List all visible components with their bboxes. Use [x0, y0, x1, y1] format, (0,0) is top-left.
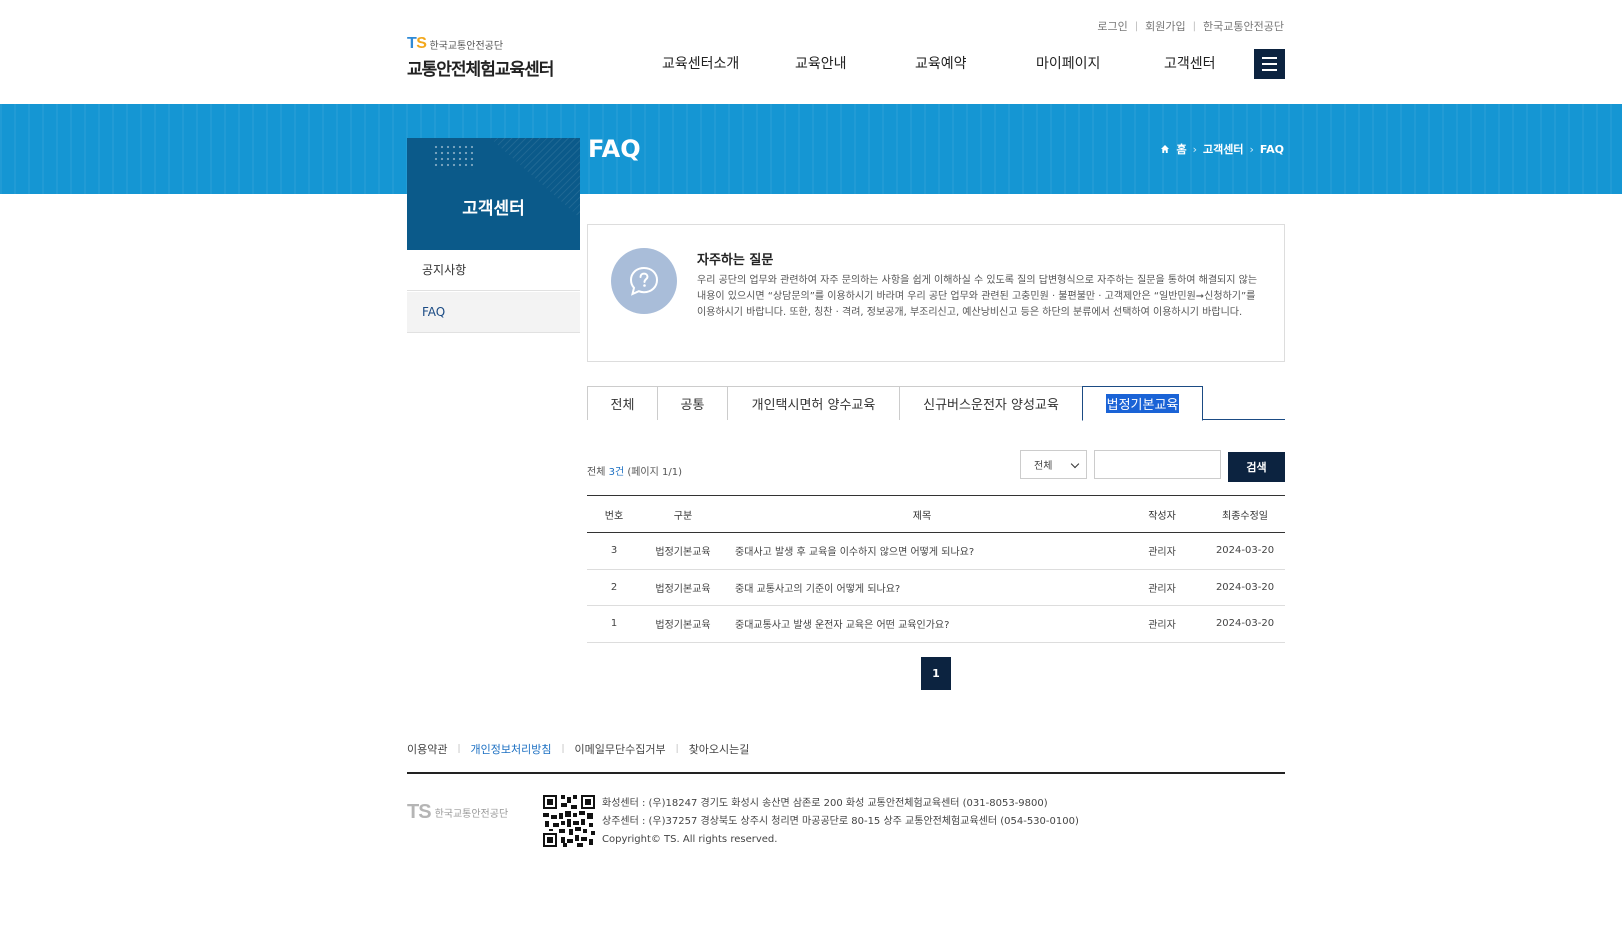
footer-links: 이용약관 | 개인정보처리방침 | 이메일무단수집거부 | 찾아오시는길: [407, 741, 749, 757]
address-sangju: 상주센터 : (우)37257 경상북도 상주시 청리면 마공공단로 80-15…: [602, 816, 1079, 827]
table-row[interactable]: 3 법정기본교육 중대사고 발생 후 교육을 이수하지 않으면 어떻게 되나요?…: [587, 532, 1285, 570]
site-logo[interactable]: TS 한국교통안전공단 교통안전체험교육센터: [407, 35, 554, 80]
breadcrumb: 홈 › 고객센터 › FAQ: [1160, 141, 1284, 157]
nav-item-customer-center[interactable]: 고객센터: [1164, 53, 1244, 73]
divider: |: [1134, 20, 1139, 32]
breadcrumb-current: FAQ: [1259, 142, 1284, 156]
question-chat-icon: [611, 248, 677, 314]
login-link[interactable]: 로그인: [1097, 18, 1127, 34]
row-title-link[interactable]: 중대교통사고 발생 운전자 교육은 어떤 교육인가요?: [725, 605, 1119, 643]
table-row[interactable]: 1 법정기본교육 중대교통사고 발생 운전자 교육은 어떤 교육인가요? 관리자…: [587, 605, 1285, 643]
search-input[interactable]: [1094, 450, 1221, 479]
footer-link-privacy[interactable]: 개인정보처리방침: [471, 741, 552, 757]
tab-statutory-basic[interactable]: 법정기본교육: [1082, 386, 1203, 421]
tab-new-bus-driver[interactable]: 신규버스운전자 양성교육: [899, 386, 1083, 420]
row-date: 2024-03-20: [1205, 605, 1285, 643]
side-menu-title: 고객센터: [462, 199, 525, 219]
row-author: 관리자: [1119, 532, 1205, 570]
footer-link-email-refusal[interactable]: 이메일무단수집거부: [575, 741, 666, 757]
row-date: 2024-03-20: [1205, 532, 1285, 570]
home-icon[interactable]: [1160, 144, 1170, 154]
ts-logo-mark: TS: [407, 35, 427, 52]
intro-heading: 자주하는 질문: [697, 253, 774, 268]
search-button[interactable]: 검색: [1228, 452, 1285, 482]
row-no: 1: [587, 605, 641, 643]
col-header-date: 최종수정일: [1205, 495, 1285, 533]
footer-link-terms[interactable]: 이용약관: [407, 741, 447, 757]
intro-description: 우리 공단의 업무와 관련하여 자주 문의하는 사항을 쉽게 이해하실 수 있도…: [697, 275, 1258, 318]
tab-all[interactable]: 전체: [587, 386, 658, 420]
breadcrumb-home[interactable]: 홈: [1176, 141, 1186, 157]
side-menu-item-faq[interactable]: FAQ: [407, 292, 580, 333]
row-category: 법정기본교육: [641, 605, 725, 643]
signup-link[interactable]: 회원가입: [1145, 18, 1185, 34]
sub-visual-banner: [0, 104, 1622, 194]
col-header-author: 작성자: [1119, 495, 1205, 533]
total-count: 전체 3건 (페이지 1/1): [587, 467, 683, 478]
col-header-title: 제목: [725, 495, 1119, 533]
chevron-right-icon: ›: [1249, 142, 1254, 156]
row-title-link[interactable]: 중대 교통사고의 기준이 어떻게 되나요?: [725, 569, 1119, 606]
row-no: 3: [587, 532, 641, 570]
footer-logo: TS 한국교통안전공단: [407, 801, 509, 823]
divider: |: [1192, 20, 1197, 32]
search-field-select[interactable]: 전체: [1020, 450, 1087, 479]
address-hwaseong: 화성센터 : (우)18247 경기도 화성시 송산면 삼존로 200 화성 교…: [602, 798, 1048, 809]
category-tabs: 전체 공통 개인택시면허 양수교육 신규버스운전자 양성교육 법정기본교육: [587, 386, 1285, 421]
chevron-down-icon: [1070, 459, 1080, 469]
row-author: 관리자: [1119, 605, 1205, 643]
side-menu-item-notice[interactable]: 공지사항: [407, 250, 580, 291]
page-title: FAQ: [588, 135, 641, 163]
pagination-page-1[interactable]: 1: [921, 657, 951, 690]
main-nav: 교육센터소개 교육안내 교육예약 마이페이지 고객센터: [662, 53, 1244, 73]
top-utility-links: 로그인 | 회원가입 | 한국교통안전공단: [1097, 18, 1284, 34]
divider: |: [675, 744, 679, 754]
footer-address: 화성센터 : (우)18247 경기도 화성시 송산면 삼존로 200 화성 교…: [602, 795, 1079, 849]
kotsa-link[interactable]: 한국교통안전공단: [1203, 18, 1284, 34]
row-date: 2024-03-20: [1205, 569, 1285, 606]
chevron-right-icon: ›: [1192, 142, 1197, 156]
footer-link-directions[interactable]: 찾아오시는길: [689, 741, 750, 757]
nav-item-reservation[interactable]: 교육예약: [915, 53, 1036, 73]
faq-table: 번호 구분 제목 작성자 최종수정일 3 법정기본교육 중대사고 발생 후 교육…: [587, 495, 1285, 643]
row-category: 법정기본교육: [641, 532, 725, 570]
divider: |: [561, 744, 565, 754]
footer-divider: [407, 772, 1285, 774]
row-author: 관리자: [1119, 569, 1205, 606]
breadcrumb-customer-center[interactable]: 고객센터: [1203, 141, 1243, 157]
table-row[interactable]: 2 법정기본교육 중대 교통사고의 기준이 어떻게 되나요? 관리자 2024-…: [587, 569, 1285, 606]
tab-taxi-license-transfer[interactable]: 개인택시면허 양수교육: [727, 386, 900, 420]
copyright: Copyright© TS. All rights reserved.: [602, 834, 778, 845]
row-category: 법정기본교육: [641, 569, 725, 606]
hamburger-menu-button[interactable]: [1254, 49, 1285, 79]
dot-pattern: [433, 144, 473, 170]
nav-item-education-info[interactable]: 교육안내: [795, 53, 915, 73]
tab-common[interactable]: 공통: [657, 386, 728, 420]
nav-item-mypage[interactable]: 마이페이지: [1036, 53, 1164, 73]
divider: |: [457, 744, 461, 754]
side-menu-header: 고객센터: [407, 138, 580, 250]
hamburger-icon: [1262, 57, 1277, 59]
col-header-category: 구분: [641, 495, 725, 533]
faq-intro-box: 자주하는 질문 우리 공단의 업무와 관련하여 자주 문의하는 사항을 쉽게 이…: [587, 224, 1285, 362]
qr-code-icon: [543, 795, 595, 847]
nav-item-about[interactable]: 교육센터소개: [662, 53, 795, 73]
logo-site-name: 교통안전체험교육센터: [407, 60, 554, 80]
col-header-no: 번호: [587, 495, 641, 533]
logo-org-name: 한국교통안전공단: [429, 40, 504, 52]
row-no: 2: [587, 569, 641, 606]
row-title-link[interactable]: 중대사고 발생 후 교육을 이수하지 않으면 어떻게 되나요?: [725, 532, 1119, 570]
